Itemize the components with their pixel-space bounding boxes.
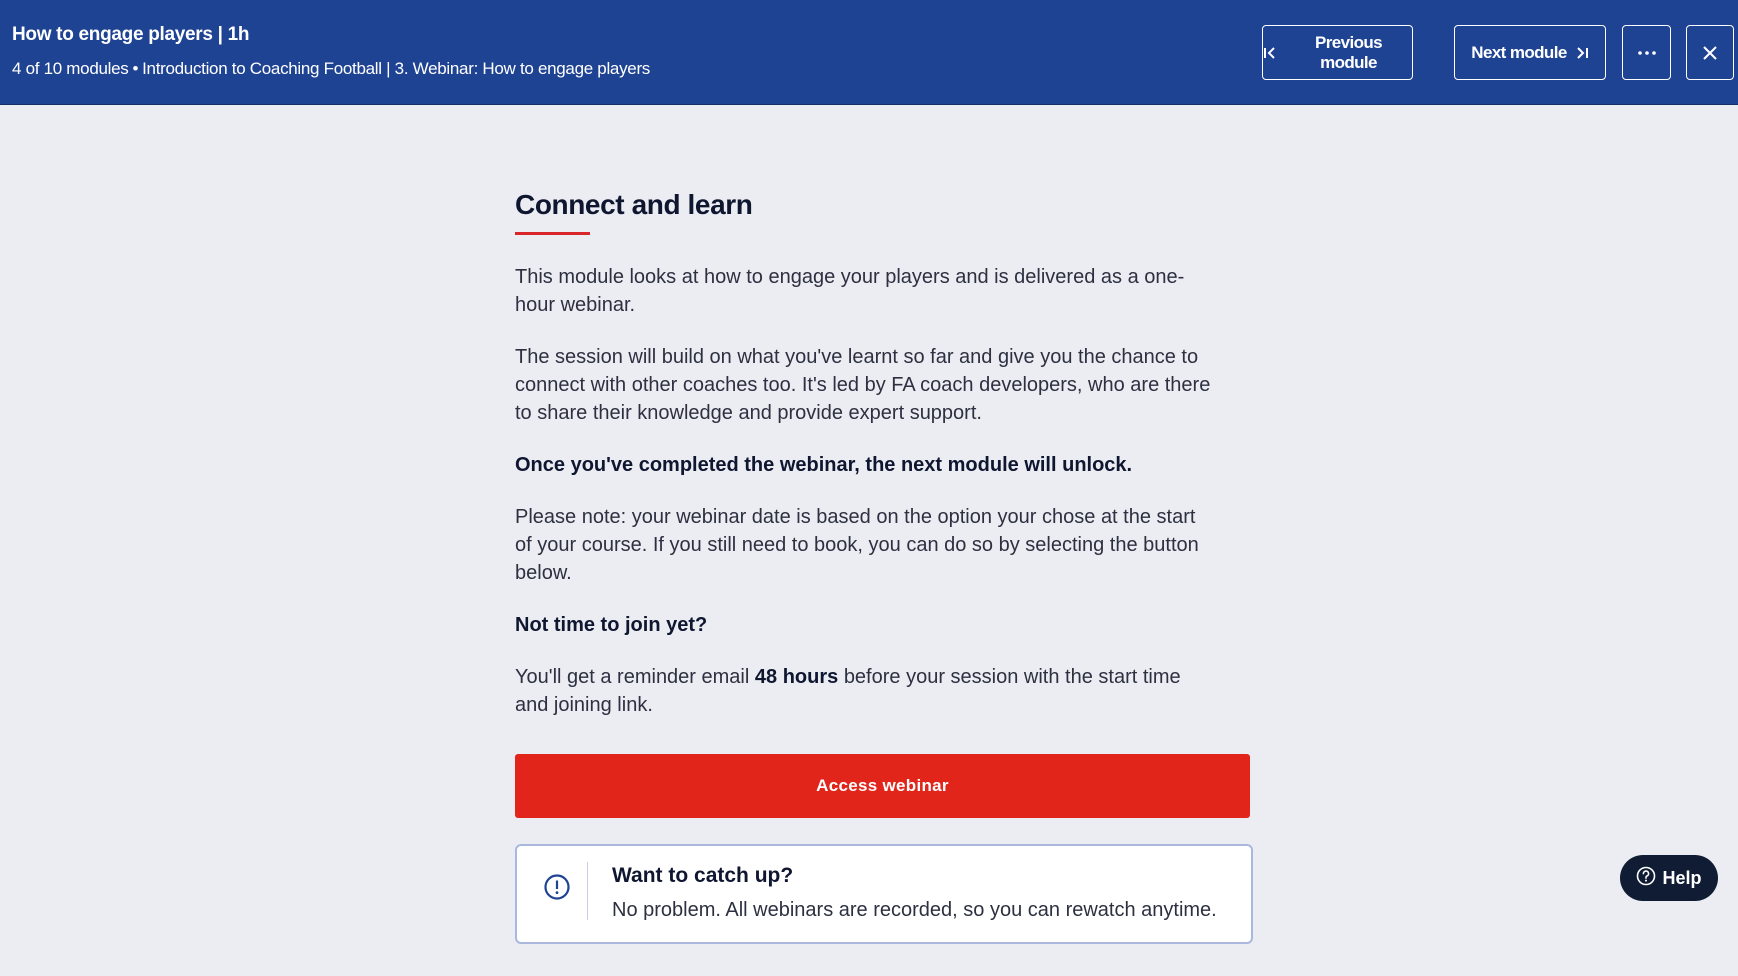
module-progress: 4 of 10 modules: [12, 59, 129, 78]
close-button[interactable]: [1686, 25, 1734, 80]
info-title: Want to catch up?: [612, 864, 794, 887]
skip-previous-icon: [1263, 46, 1277, 60]
module-breadcrumb: Introduction to Coaching Football | 3. W…: [142, 59, 651, 78]
info-circle-icon: [543, 873, 571, 901]
more-horizontal-icon: [1637, 50, 1656, 55]
subtitle-separator: •: [132, 59, 139, 78]
title-underline: [515, 232, 590, 235]
reminder-text-before: You'll get a reminder email: [515, 666, 750, 688]
unlock-notice: Once you've completed the webinar, the n…: [515, 454, 1133, 476]
skip-next-icon: [1575, 46, 1589, 60]
page-title: Connect and learn: [515, 189, 753, 220]
close-icon: [1702, 45, 1718, 61]
reminder-duration: 48 hours: [754, 666, 839, 688]
info-text: No problem. All webinars are recorded, s…: [612, 899, 1217, 921]
help-label: Help: [1662, 867, 1702, 888]
join-subheading: Not time to join yet?: [515, 614, 708, 636]
module-subtitle: 4 of 10 modules • Introduction to Coaching…: [12, 59, 650, 79]
module-title: How to engage players | 1h: [12, 24, 250, 45]
top-bar: How to engage players | 1h 4 of 10 modul…: [0, 0, 1738, 105]
access-webinar-button[interactable]: Access webinar: [515, 754, 1250, 818]
more-options-button[interactable]: [1622, 25, 1671, 80]
booking-note: Please note: your webinar date is based …: [515, 506, 1199, 584]
catch-up-info-box: Want to catch up? No problem. All webina…: [515, 844, 1253, 944]
reminder-paragraph: You'll get a reminder email 48 hours bef…: [515, 663, 1215, 719]
session-paragraph: The session will build on what you've le…: [515, 346, 1211, 424]
help-button[interactable]: Help: [1620, 855, 1718, 901]
next-module-label: Next module: [1471, 42, 1567, 62]
previous-module-label: Previous module: [1314, 32, 1383, 72]
previous-module-button[interactable]: Previous module: [1262, 25, 1413, 80]
next-module-button[interactable]: Next module: [1454, 25, 1606, 80]
question-circle-icon: [1636, 866, 1656, 891]
intro-paragraph: This module looks at how to engage your …: [515, 266, 1185, 316]
info-divider: [587, 862, 588, 920]
module-content: Connect and learn This module looks at h…: [515, 186, 1255, 743]
